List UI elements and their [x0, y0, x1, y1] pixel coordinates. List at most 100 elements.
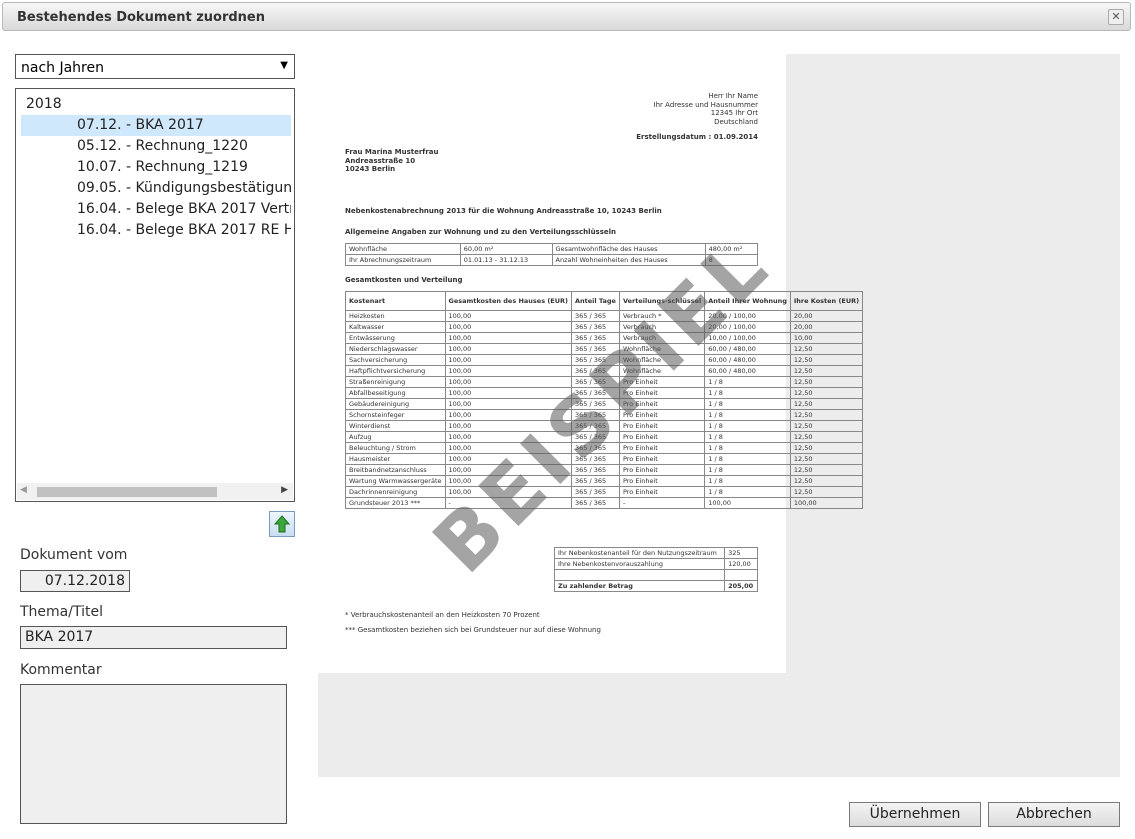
table-cell: 100,00 — [704, 497, 791, 509]
table-cell: Kaltwasser — [345, 321, 446, 333]
statement-heading: Nebenkostenabrechnung 2013 für die Wohnu… — [345, 207, 662, 215]
table-cell: 1 / 8 — [704, 409, 791, 421]
table-cell: 10,00 — [789, 332, 864, 344]
section-costs-heading: Gesamtkosten und Verteilung — [345, 276, 463, 284]
accept-button[interactable]: Übernehmen — [849, 802, 981, 827]
table-cell: Gebäudereinigung — [345, 398, 446, 410]
table-cell: Grundsteuer 2013 *** — [345, 497, 446, 509]
grouping-select[interactable]: nach Jahren ▼ — [15, 54, 295, 79]
tree-items: 07.12. - BKA 2017 05.12. - Rechnung_1220 1… — [21, 115, 291, 241]
table-cell: 100,00 — [444, 321, 572, 333]
table-cell: 205,00 — [724, 580, 758, 592]
table-cell: Wohnfläche — [345, 243, 461, 255]
table-cell: 1 / 8 — [704, 387, 791, 399]
table-cell: Breitbandnetzanschluss — [345, 464, 446, 476]
table-cell: Ihre Nebenkostenvorauszahlung — [553, 558, 726, 570]
table-cell — [553, 569, 726, 581]
creation-date: Erstellungsdatum : 01.09.2014 — [636, 133, 758, 141]
tree-item[interactable]: 09.05. - Kündigungsbestätigung — [21, 178, 291, 199]
table-cell: 12,50 — [789, 354, 864, 366]
table-cell: 20,00 — [789, 321, 864, 333]
table-cell: Pro Einheit — [618, 475, 706, 487]
cancel-button[interactable]: Abbrechen — [988, 802, 1120, 827]
table-cell: 12,50 — [789, 442, 864, 454]
dialog-titlebar: Bestehendes Dokument zuordnen ✕ — [2, 2, 1131, 31]
table-cell: Hausmeister — [345, 453, 446, 465]
horizontal-scrollbar[interactable]: ◀ ▶ — [17, 483, 293, 500]
table-cell: 12,50 — [789, 365, 864, 377]
table-cell: Sachversicherung — [345, 354, 446, 366]
table-cell: 60,00 m² — [459, 243, 553, 255]
table-cell: 1 / 8 — [704, 442, 791, 454]
document-date-field[interactable]: 07.12.2018 — [20, 570, 130, 592]
document-date-label: Dokument vom — [20, 547, 128, 563]
table-cell: Dachrinnenreinigung — [345, 486, 446, 498]
tree-item[interactable]: 10.07. - Rechnung_1219 — [21, 157, 291, 178]
table-cell: 12,50 — [789, 453, 864, 465]
tree-year-node[interactable]: 2018 — [26, 96, 62, 112]
table-cell: 12,50 — [789, 409, 864, 421]
table-cell: 365 / 365 — [571, 497, 620, 509]
table-cell: 12,50 — [789, 431, 864, 443]
close-icon[interactable]: ✕ — [1108, 9, 1124, 25]
table-cell: 12,50 — [789, 398, 864, 410]
table-cell: 1 / 8 — [704, 398, 791, 410]
comment-label: Kommentar — [20, 662, 102, 678]
table-cell: Heizkosten — [345, 310, 446, 322]
tree-item[interactable]: 16.04. - Belege BKA 2017 Vertrag — [21, 199, 291, 220]
table-cell: 60,00 / 480,00 — [704, 365, 791, 377]
table-header-cell: Anteil Tage — [571, 291, 620, 311]
comment-field[interactable] — [20, 684, 287, 824]
grouping-select-value: nach Jahren — [21, 60, 104, 76]
table-cell: Ihr Nebenkostenanteil für den Nutzungsze… — [553, 547, 726, 559]
scroll-right-icon[interactable]: ▶ — [281, 485, 288, 495]
table-cell: 100,00 — [444, 354, 572, 366]
tree-item[interactable]: 05.12. - Rechnung_1220 — [21, 136, 291, 157]
sender-line: 12345 Ihr Ort — [710, 109, 758, 117]
table-cell: 12,50 — [789, 486, 864, 498]
upload-arrow-icon — [273, 515, 291, 533]
table-cell: Winterdienst — [345, 420, 446, 432]
table-cell: 1 / 8 — [704, 420, 791, 432]
table-cell: 01.01.13 - 31.12.13 — [459, 254, 553, 266]
table-cell: Zu zahlender Betrag — [553, 580, 726, 592]
upload-button[interactable] — [269, 511, 295, 537]
cost-row: Kaltwasser 100,00 365 / 365 Verbrauch 20,00 … — [345, 321, 864, 333]
table-header-cell: Gesamtkosten des Hauses (EUR) — [444, 291, 572, 311]
cost-header-row: Kostenart Gesamtkosten des Hauses (EUR) An… — [345, 291, 864, 311]
table-cell: Schornsteinfeger — [345, 409, 446, 421]
table-header-cell: Kostenart — [345, 291, 446, 311]
table-cell: 12,50 — [789, 343, 864, 355]
scrollbar-thumb[interactable] — [37, 487, 217, 497]
table-cell: - — [618, 497, 706, 509]
chevron-down-icon: ▼ — [280, 60, 288, 71]
table-cell: 100,00 — [444, 332, 572, 344]
table-cell: Straßenreinigung — [345, 376, 446, 388]
dialog-title: Bestehendes Dokument zuordnen — [17, 10, 265, 25]
table-cell: 325 — [724, 547, 758, 559]
recipient-line: 10243 Berlin — [345, 165, 396, 173]
scroll-left-icon[interactable]: ◀ — [20, 485, 27, 495]
summary-row — [553, 569, 758, 581]
table-cell: 100,00 — [444, 365, 572, 377]
tree-item[interactable]: 07.12. - BKA 2017 — [21, 115, 291, 136]
cost-row: Wartung Warmwassergeräte 100,00 365 / 365 P… — [345, 475, 864, 487]
table-cell: 1 / 8 — [704, 475, 791, 487]
table-cell: Entwässerung — [345, 332, 446, 344]
sender-line: Herr Ihr Name — [708, 92, 758, 100]
tree-item[interactable]: 16.04. - Belege BKA 2017 RE Hau — [21, 220, 291, 241]
recipient-line: Andreasstraße 10 — [345, 156, 416, 165]
document-tree[interactable]: 2018 07.12. - BKA 2017 05.12. - Rechnung_… — [15, 88, 295, 502]
table-cell: 60,00 / 480,00 — [704, 354, 791, 366]
table-cell: Pro Einheit — [618, 486, 706, 498]
recipient-line: Frau Marina Musterfrau — [345, 148, 439, 156]
table-cell: Pro Einheit — [618, 464, 706, 476]
table-cell: 1 / 8 — [704, 464, 791, 476]
title-field[interactable]: BKA 2017 — [20, 626, 287, 649]
footnote-consumption: * Verbrauchskostenanteil an den Heizkost… — [345, 611, 540, 619]
sender-line: Deutschland — [714, 117, 758, 126]
table-cell: Beleuchtung / Strom — [345, 442, 446, 454]
table-cell: Abfallbeseitigung — [345, 387, 446, 399]
table-cell: 100,00 — [789, 497, 864, 509]
cost-row: Grundsteuer 2013 *** -365 / 365-100,00 100… — [345, 497, 864, 509]
